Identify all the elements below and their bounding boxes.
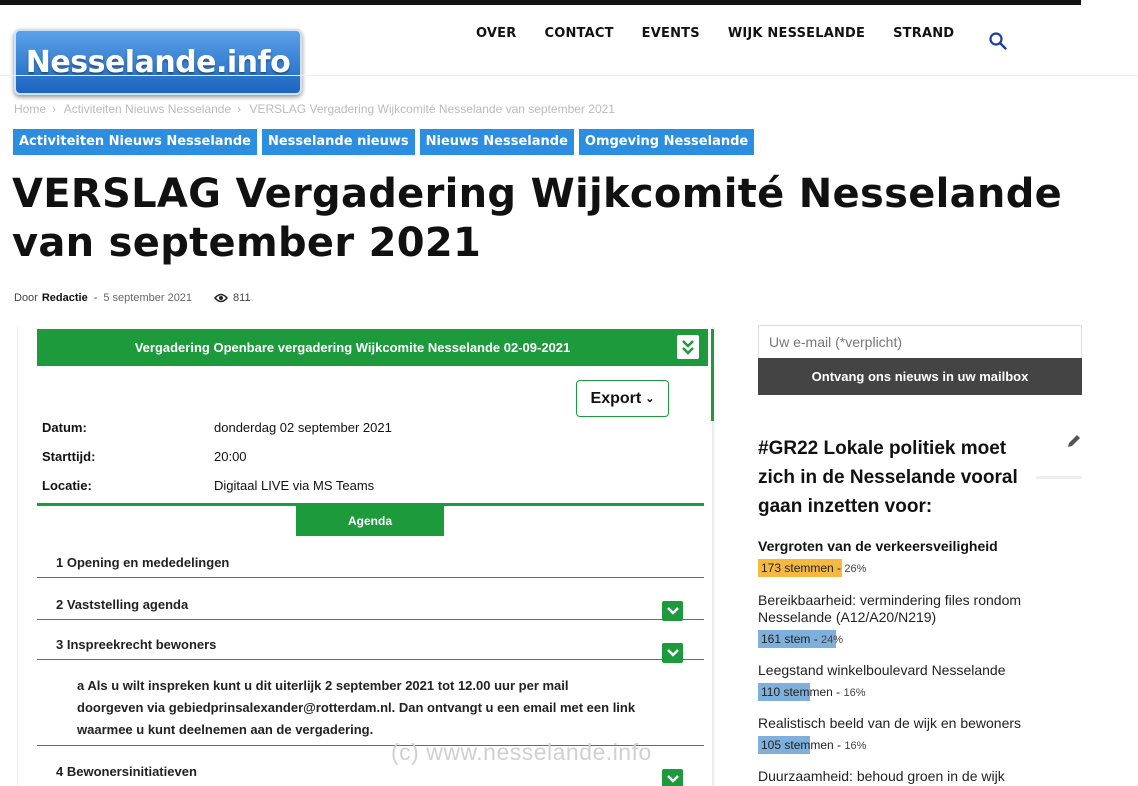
pencil-icon[interactable]: [1066, 433, 1082, 449]
header-divider: [0, 75, 1138, 76]
breadcrumb-home[interactable]: Home: [14, 102, 46, 116]
email-field[interactable]: Uw e-mail (*verplicht): [758, 325, 1082, 359]
agenda-item-label: 1 Opening en mededelingen: [56, 555, 230, 570]
poll-result-text: 161 stem - 24%: [761, 632, 844, 646]
poll-percent: 16%: [843, 687, 866, 699]
nav-wijk-nesselande[interactable]: WIJK NESSELANDE: [728, 26, 865, 41]
agenda-item-text: a Als u wilt inspreken kunt u dit uiterl…: [77, 678, 636, 737]
author-link[interactable]: Redactie: [42, 292, 88, 304]
poll-percent: 16%: [844, 740, 867, 752]
field-value: Digitaal LIVE via MS Teams: [214, 478, 375, 493]
poll-option[interactable]: Bereikbaarheid: vermindering files rondo…: [758, 592, 1078, 648]
collapse-icon: [677, 335, 699, 359]
field-value: 20:00: [214, 449, 247, 464]
poll-title: #GR22 Lokale politiek moet zich in de Ne…: [758, 438, 1018, 517]
field-value: donderdag 02 september 2021: [214, 420, 392, 435]
poll-divider: [1036, 476, 1082, 479]
article-title: VERSLAG Vergadering Wijkcomité Nesseland…: [12, 171, 1063, 266]
article-meta: Door Redactie - 5 september 2021 811: [14, 292, 251, 304]
search-icon[interactable]: [989, 32, 1007, 50]
category-tag[interactable]: Nieuws Nesselande: [419, 129, 574, 155]
poll-result: 105 stemmen - 16%: [758, 736, 1078, 754]
agenda-item: 3 Inspreekrecht bewoners: [37, 620, 704, 660]
category-tag[interactable]: Nesselande nieuws: [261, 129, 415, 155]
breadcrumb-category[interactable]: Activiteiten Nieuws Nesselande: [64, 102, 231, 116]
nav-contact[interactable]: CONTACT: [544, 26, 613, 41]
poll-option[interactable]: Vergroten van de verkeersveiligheid 173 …: [758, 538, 1078, 577]
meeting-header-text: Vergadering Openbare vergadering Wijkcom…: [134, 340, 571, 355]
chevron-down-icon: ⌄: [645, 393, 655, 405]
poll-option-label: Duurzaamheid: behoud groen in de wijk: [758, 768, 1005, 784]
poll-result: 173 stemmen - 26%: [758, 559, 1078, 577]
field-label: Datum:: [42, 420, 87, 435]
agenda-item-label: 4 Bewonersinitiatieven: [56, 764, 197, 779]
poll-result: 161 stem - 24%: [758, 630, 1078, 648]
breadcrumb-separator: ›: [52, 102, 57, 116]
agenda-item: 1 Opening en mededelingen: [37, 547, 704, 578]
view-count: 811: [233, 292, 251, 304]
category-tag[interactable]: Omgeving Nesselande: [578, 129, 755, 155]
agenda-item-label: 3 Inspreekrecht bewoners: [56, 637, 217, 652]
poll-option[interactable]: Realistisch beeld van de wijk en bewoner…: [758, 715, 1078, 754]
meta-dash: -: [93, 292, 98, 304]
check-icon: [662, 643, 683, 663]
check-icon: [662, 601, 683, 621]
poll-result-text: 110 stemmen - 16%: [761, 685, 866, 699]
category-tag[interactable]: Activiteiten Nieuws Nesselande: [13, 129, 257, 155]
poll-percent: 26%: [844, 563, 867, 575]
poll-result: 110 stemmen - 16%: [758, 683, 1078, 701]
poll-option-label: Realistisch beeld van de wijk en bewoner…: [758, 715, 1022, 731]
breadcrumb-separator: ›: [237, 102, 242, 116]
agenda-tab: Agenda: [296, 506, 444, 536]
nav-strand[interactable]: STRAND: [893, 26, 954, 41]
eye-icon: [214, 293, 229, 303]
poll-option[interactable]: Leegstand winkelboulevard Nesselande 110…: [758, 662, 1078, 701]
poll-option-label: Vergroten van de verkeersveiligheid: [758, 538, 998, 554]
check-icon: [662, 769, 683, 786]
breadcrumb-current: VERSLAG Vergadering Wijkcomité Nesseland…: [249, 102, 615, 116]
category-tags: Activiteiten Nieuws Nesselande Nesseland…: [13, 129, 759, 155]
poll-votes: 161 stem: [761, 632, 811, 646]
poll-result-text: 173 stemmen - 26%: [761, 561, 867, 575]
poll-votes: 173 stemmen: [761, 561, 834, 575]
poll-result-text: 105 stemmen - 16%: [761, 738, 867, 752]
nav-over[interactable]: OVER: [476, 26, 516, 41]
export-label: Export: [590, 389, 642, 407]
field-label: Locatie:: [42, 478, 92, 493]
image-edge-accent: [711, 329, 714, 421]
main-nav: OVER CONTACT EVENTS WIJK NESSELANDE STRA…: [476, 26, 982, 41]
poll-votes: 110 stemmen: [761, 685, 833, 699]
site-header: Nesselande.info OVER CONTACT EVENTS WIJK…: [0, 5, 1138, 95]
poll-percent: 24%: [821, 634, 844, 646]
agenda-item: 2 Vaststelling agenda: [37, 578, 704, 620]
by-label: Door: [14, 292, 38, 304]
article-date: 5 september 2021: [103, 292, 193, 304]
agenda-item-label: 2 Vaststelling agenda: [56, 597, 189, 612]
poll-votes: 105 stemmen: [761, 738, 834, 752]
subscribe-button[interactable]: Ontvang ons nieuws in uw mailbox: [758, 358, 1082, 395]
poll-option-label: Leegstand winkelboulevard Nesselande: [758, 662, 1006, 678]
meeting-image: Vergadering Openbare vergadering Wijkcom…: [17, 327, 716, 786]
site-logo[interactable]: Nesselande.info: [14, 29, 302, 95]
meeting-header: Vergadering Openbare vergadering Wijkcom…: [37, 329, 708, 366]
poll-option[interactable]: Duurzaamheid: behoud groen in de wijk: [758, 768, 1078, 785]
watermark: (c) www.nesselande.info: [391, 739, 652, 765]
breadcrumb: Home › Activiteiten Nieuws Nesselande › VE…: [14, 102, 619, 116]
export-button: Export ⌄: [576, 380, 669, 417]
poll-option-label: Bereikbaarheid: vermindering files rondo…: [758, 592, 1022, 625]
field-label: Starttijd:: [42, 449, 96, 464]
nav-events[interactable]: EVENTS: [642, 26, 700, 41]
